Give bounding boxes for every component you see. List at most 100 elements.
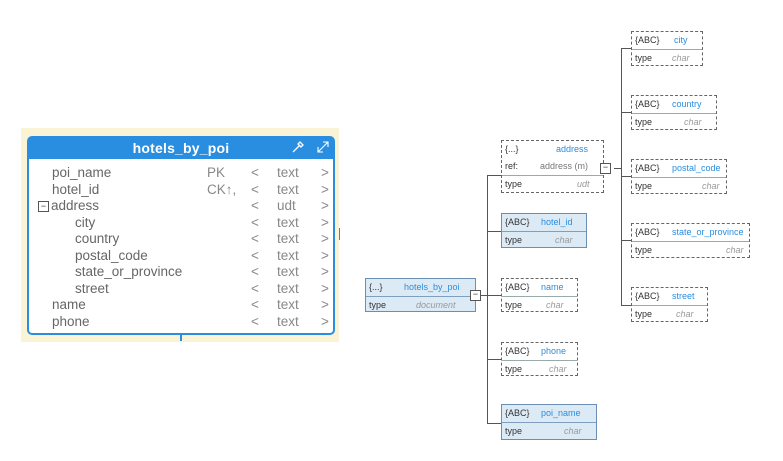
node-header: {ABC} name xyxy=(502,279,577,296)
field-name: postal_code xyxy=(75,247,148,263)
field-type-next[interactable]: > xyxy=(321,264,329,279)
node-name: phone xyxy=(541,346,567,356)
tree-node-hotel-id[interactable]: {ABC} hotel_id type char xyxy=(501,213,587,248)
collapse-toggle-icon[interactable]: − xyxy=(470,290,481,301)
node-header: {ABC} hotel_id xyxy=(502,214,586,231)
entity-row[interactable]: city < text > xyxy=(29,215,333,232)
eyedropper-icon[interactable] xyxy=(291,140,305,158)
type-value: char xyxy=(555,235,573,245)
field-type: text xyxy=(277,247,299,263)
node-header: {ABC} state_or_province xyxy=(632,224,749,241)
entity-row[interactable]: hotel_id CK↑, < text > xyxy=(29,182,333,199)
entity-row[interactable]: phone < text > xyxy=(29,314,333,331)
collapse-toggle-icon[interactable]: − xyxy=(38,201,49,212)
field-key: CK↑, xyxy=(207,181,237,197)
field-type-prev[interactable]: < xyxy=(251,281,259,296)
type-label: type xyxy=(635,53,653,63)
tree-node-state-or-province[interactable]: {ABC} state_or_province type char xyxy=(631,223,750,258)
tree-node-phone[interactable]: {ABC} phone type char xyxy=(501,342,578,376)
field-type-prev[interactable]: < xyxy=(251,231,259,246)
field-type-next[interactable]: > xyxy=(321,248,329,263)
tree-node-root[interactable]: {...} hotels_by_poi type document xyxy=(365,278,476,312)
type-label: type xyxy=(369,300,387,310)
type-value: document xyxy=(416,300,456,310)
connector-line xyxy=(487,295,501,296)
node-type-row: type udt xyxy=(502,175,603,193)
node-name: city xyxy=(674,35,688,45)
connector-line xyxy=(487,175,501,176)
field-name: city xyxy=(75,214,96,230)
entity-row[interactable]: − address < udt > xyxy=(29,198,333,215)
entity-row[interactable]: poi_name PK < text > xyxy=(29,165,333,182)
tree-node-city[interactable]: {ABC} city type char xyxy=(631,31,703,66)
field-type: text xyxy=(277,165,299,180)
tree-node-postal-code[interactable]: {ABC} postal_code type char xyxy=(631,159,727,194)
field-name: name xyxy=(52,297,86,312)
field-type-next[interactable]: > xyxy=(321,297,329,312)
node-type-row: type char xyxy=(632,113,716,131)
type-value: char xyxy=(549,364,567,374)
field-type-prev[interactable]: < xyxy=(251,182,259,197)
type-value: char xyxy=(672,53,690,63)
node-name: postal_code xyxy=(672,163,721,173)
entity-row[interactable]: name < text > xyxy=(29,297,333,314)
field-type-prev[interactable]: < xyxy=(251,314,259,329)
object-badge: {...} xyxy=(369,282,383,292)
field-type-next[interactable]: > xyxy=(321,231,329,246)
node-name: street xyxy=(672,291,695,301)
field-type: text xyxy=(277,264,299,279)
field-name: state_or_province xyxy=(75,264,183,279)
field-name: poi_name xyxy=(52,165,112,180)
field-type-prev[interactable]: < xyxy=(251,165,259,180)
type-label: type xyxy=(505,235,523,245)
field-type-next[interactable]: > xyxy=(321,165,329,180)
entity-header[interactable]: hotels_by_poi xyxy=(29,138,333,159)
node-name: name xyxy=(541,282,564,292)
field-type-prev[interactable]: < xyxy=(251,248,259,263)
type-value: char xyxy=(702,181,720,191)
entity-row[interactable]: country < text > xyxy=(29,231,333,248)
connector-line xyxy=(487,231,501,232)
field-type-next[interactable]: > xyxy=(321,314,329,329)
field-type-prev[interactable]: < xyxy=(251,198,259,213)
field-type-prev[interactable]: < xyxy=(251,215,259,230)
node-type-row: type char xyxy=(632,305,707,323)
entity-row[interactable]: state_or_province < text > xyxy=(29,264,333,281)
field-type-next[interactable]: > xyxy=(321,182,329,197)
field-type: text xyxy=(277,214,299,230)
node-header: {ABC} city xyxy=(632,32,702,49)
collapse-toggle-icon[interactable]: − xyxy=(600,163,611,174)
type-value: char xyxy=(684,117,702,127)
entity-card[interactable]: hotels_by_poi poi_name PK < text > hotel… xyxy=(27,136,335,335)
field-type-next[interactable]: > xyxy=(321,215,329,230)
entity-row[interactable]: postal_code < text > xyxy=(29,248,333,265)
field-type: text xyxy=(277,313,299,329)
node-header: {ABC} country xyxy=(632,96,716,113)
node-type-row: type char xyxy=(502,296,577,314)
entity-rows: poi_name PK < text > hotel_id CK↑, < tex… xyxy=(29,165,333,330)
field-type-next[interactable]: > xyxy=(321,198,329,213)
node-type-row: type char xyxy=(502,422,596,440)
tree-node-street[interactable]: {ABC} street type char xyxy=(631,287,708,322)
tree-node-poi-name[interactable]: {ABC} poi_name type char xyxy=(501,404,597,440)
type-value: char xyxy=(564,426,582,436)
field-name: phone xyxy=(52,313,90,329)
tree-node-country[interactable]: {ABC} country type char xyxy=(631,95,717,130)
field-type-prev[interactable]: < xyxy=(251,264,259,279)
connector-line xyxy=(621,305,631,306)
tree-node-name[interactable]: {ABC} name type char xyxy=(501,278,578,312)
string-badge: {ABC} xyxy=(635,35,660,45)
node-type-row: type char xyxy=(502,231,586,249)
type-label: type xyxy=(635,181,653,191)
tree-node-address[interactable]: {...} address ref: address (m) type udt xyxy=(501,140,604,193)
expand-icon[interactable] xyxy=(316,140,330,158)
node-ref-row: ref: address (m) xyxy=(502,158,603,175)
field-type-next[interactable]: > xyxy=(321,281,329,296)
resize-handle[interactable] xyxy=(180,335,182,341)
node-header: {ABC} street xyxy=(632,288,707,305)
string-badge: {ABC} xyxy=(505,282,530,292)
node-header: {ABC} phone xyxy=(502,343,577,360)
field-type-prev[interactable]: < xyxy=(251,297,259,312)
entity-row[interactable]: street < text > xyxy=(29,281,333,298)
string-badge: {ABC} xyxy=(635,163,660,173)
